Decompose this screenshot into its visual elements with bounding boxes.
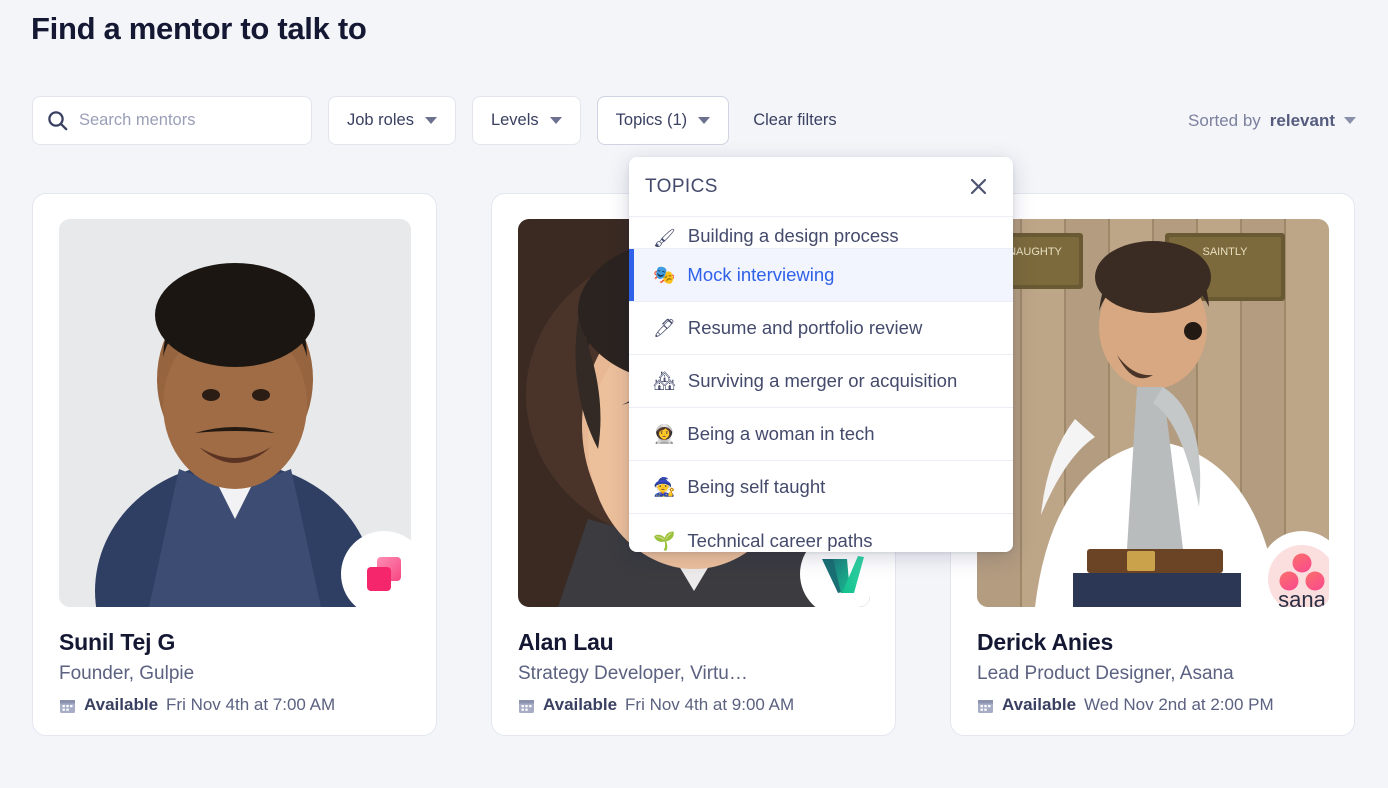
chevron-down-icon: [1344, 117, 1356, 124]
calendar-icon: [60, 699, 75, 713]
topics-option-item[interactable]: 🧙 Being self taught: [629, 461, 1013, 514]
sort-selector[interactable]: Sorted by relevant: [1188, 111, 1356, 131]
mentor-availability: Available Fri Nov 4th at 9:00 AM: [518, 695, 870, 715]
svg-text:NAUGHTY: NAUGHTY: [1008, 246, 1062, 258]
availability-label: Available: [84, 695, 159, 714]
mentor-availability: Available Fri Nov 4th at 7:00 AM: [59, 695, 411, 715]
mentor-name: Derick Anies: [977, 629, 1114, 655]
mentor-role: Lead Product Designer, Asana: [977, 663, 1234, 684]
topics-dropdown: TOPICS 🖌 Building a design process 🎭 Moc…: [629, 157, 1013, 552]
chevron-down-icon: [424, 117, 437, 124]
mentor-card[interactable]: Sunil Tej G Founder, Gulpie Available Fr…: [32, 193, 437, 736]
topics-option-item[interactable]: 🖌 Building a design process: [629, 217, 1013, 249]
topics-option-label: Being self taught: [687, 476, 826, 497]
filter-bar: Job roles Levels Topics (1) Clear filter…: [32, 96, 1356, 145]
filter-job-roles-button[interactable]: Job roles: [328, 96, 456, 145]
mentor-role: Strategy Developer, Virtu…: [518, 663, 748, 684]
topics-option-item[interactable]: 🏘 Surviving a merger or acquisition: [629, 355, 1013, 408]
houses-icon: 🏘: [653, 371, 676, 391]
filter-topics-label: Topics (1): [615, 111, 688, 129]
mentor-availability: Available Wed Nov 2nd at 2:00 PM: [977, 695, 1329, 715]
topics-option-label: Resume and portfolio review: [687, 317, 923, 338]
topics-option-label: Building a design process: [687, 225, 899, 246]
chevron-down-icon: [549, 117, 562, 124]
filter-topics-button[interactable]: Topics (1): [596, 96, 730, 145]
pen-icon: 🖊: [653, 318, 676, 338]
filter-job-roles-label: Job roles: [347, 111, 414, 129]
sort-value: relevant: [1269, 110, 1335, 130]
svg-text:SAINTLY: SAINTLY: [1202, 246, 1248, 258]
availability-time: Fri Nov 4th at 9:00 AM: [625, 695, 795, 714]
mentor-name: Alan Lau: [518, 629, 614, 655]
chevron-down-icon: [698, 117, 711, 124]
close-icon[interactable]: [967, 175, 990, 198]
page-title: Find a mentor to talk to: [31, 11, 367, 46]
sort-prefix-label: Sorted by: [1188, 110, 1261, 130]
performing-arts-icon: 🎭: [653, 265, 676, 285]
calendar-icon: [519, 699, 534, 713]
topics-option-item-selected[interactable]: 🎭 Mock interviewing: [629, 249, 1013, 302]
search-icon: [48, 111, 68, 131]
calendar-icon: [978, 699, 993, 713]
paintbrush-icon: 🖌: [653, 228, 676, 248]
mage-icon: 🧙: [653, 477, 676, 497]
topics-option-list[interactable]: 🖌 Building a design process 🎭 Mock inter…: [629, 217, 1013, 552]
mentor-photo-wrapper: [59, 219, 411, 607]
filter-levels-label: Levels: [490, 111, 539, 129]
topics-option-item[interactable]: 🖊 Resume and portfolio review: [629, 302, 1013, 355]
availability-time: Fri Nov 4th at 7:00 AM: [166, 695, 336, 714]
virtu-logo-icon: [822, 556, 864, 593]
close-icon-glyph: [970, 178, 987, 195]
seedling-icon: 🌱: [653, 530, 676, 551]
availability-time: Wed Nov 2nd at 2:00 PM: [1084, 695, 1274, 714]
topics-option-item[interactable]: 👩‍🚀 Being a woman in tech: [629, 408, 1013, 461]
topics-option-label: Mock interviewing: [687, 264, 835, 285]
mentor-role: Founder, Gulpie: [59, 663, 195, 684]
search-input-wrapper[interactable]: [32, 96, 312, 145]
gulpie-logo-icon: [367, 557, 401, 591]
topics-option-label: Being a woman in tech: [687, 423, 875, 444]
topics-dropdown-header: TOPICS: [629, 157, 1013, 217]
clear-filters-button[interactable]: Clear filters: [745, 111, 844, 130]
availability-label: Available: [1002, 695, 1077, 714]
topics-option-label: Technical career paths: [687, 529, 873, 551]
topics-option-item[interactable]: 🌱 Technical career paths: [629, 514, 1013, 552]
availability-label: Available: [543, 695, 618, 714]
filter-levels-button[interactable]: Levels: [471, 96, 581, 145]
topics-dropdown-title: TOPICS: [645, 175, 718, 197]
mentor-name: Sunil Tej G: [59, 629, 176, 655]
mentor-photo-wrapper: NAUGHTY SAINTLY sana: [977, 219, 1329, 607]
search-input[interactable]: [79, 111, 297, 130]
topics-option-label: Surviving a merger or acquisition: [687, 370, 958, 391]
svg-text:sana: sana: [1278, 587, 1326, 607]
woman-astronaut-icon: 👩‍🚀: [653, 424, 676, 444]
